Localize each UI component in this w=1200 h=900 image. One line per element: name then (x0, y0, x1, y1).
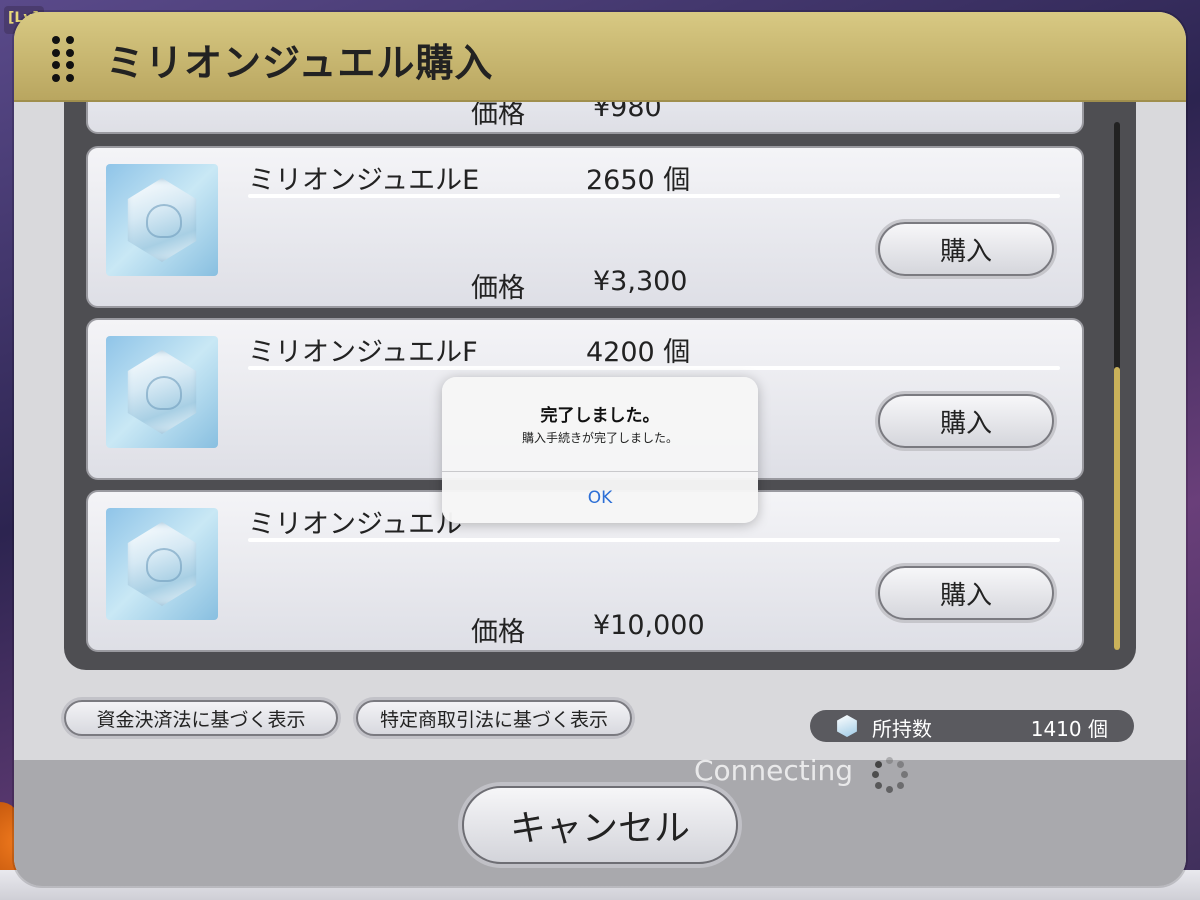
jewel-item-partial: 価格 ¥980 (86, 102, 1084, 134)
alert-message: 購入手続きが完了しました。 (521, 431, 678, 445)
list-scrollbar[interactable] (1114, 122, 1120, 650)
connecting-status: Connecting (694, 754, 854, 787)
alert-ok-button[interactable]: OK (442, 472, 758, 523)
item-price: ¥10,000 (593, 610, 705, 641)
buy-button-f[interactable]: 購入 (878, 394, 1054, 448)
item-divider (248, 538, 1060, 542)
alert-title: 完了しました。 (540, 406, 660, 426)
item-price-label: 価格 (471, 102, 525, 130)
item-name: ミリオンジュエルF (248, 337, 478, 368)
completion-alert: 完了しました。 購入手続きが完了しました。 OK (442, 377, 758, 523)
jewel-icon (106, 508, 218, 620)
owned-value: 1410 個 (1030, 717, 1108, 741)
dialog-title: ミリオンジュエル購入 (106, 41, 494, 85)
item-price-label: 価格 (471, 617, 525, 648)
item-name: ミリオンジュエルE (248, 165, 480, 196)
commercial-transactions-act-button[interactable]: 特定商取引法に基づく表示 (356, 700, 632, 736)
item-divider (248, 366, 1060, 370)
buy-button-e[interactable]: 購入 (878, 222, 1054, 276)
payment-services-act-button[interactable]: 資金決済法に基づく表示 (64, 700, 338, 736)
owned-label: 所持数 (872, 717, 932, 741)
loading-spinner-icon (872, 757, 908, 793)
item-price: ¥980 (593, 102, 662, 123)
owned-jewels-display: 所持数 1410 個 (810, 710, 1134, 742)
buy-button-g[interactable]: 購入 (878, 566, 1054, 620)
jewel-icon (106, 164, 218, 276)
item-name: ミリオンジュエル (248, 509, 463, 540)
item-price: ¥3,300 (593, 266, 688, 297)
cancel-button[interactable]: キャンセル (462, 786, 738, 864)
scrollbar-thumb[interactable] (1114, 367, 1120, 650)
item-count: 2650 個 (586, 165, 691, 196)
jewel-icon (837, 715, 857, 737)
jewel-item-e: ミリオンジュエルE 2650 個 購入 価格 ¥3,300 (86, 146, 1084, 308)
item-divider (248, 194, 1060, 198)
item-price-label: 価格 (471, 273, 525, 304)
item-count: 4200 個 (586, 337, 691, 368)
dialog-header: ミリオンジュエル購入 (14, 12, 1186, 102)
menu-dots-icon (52, 36, 74, 82)
jewel-icon (106, 336, 218, 448)
